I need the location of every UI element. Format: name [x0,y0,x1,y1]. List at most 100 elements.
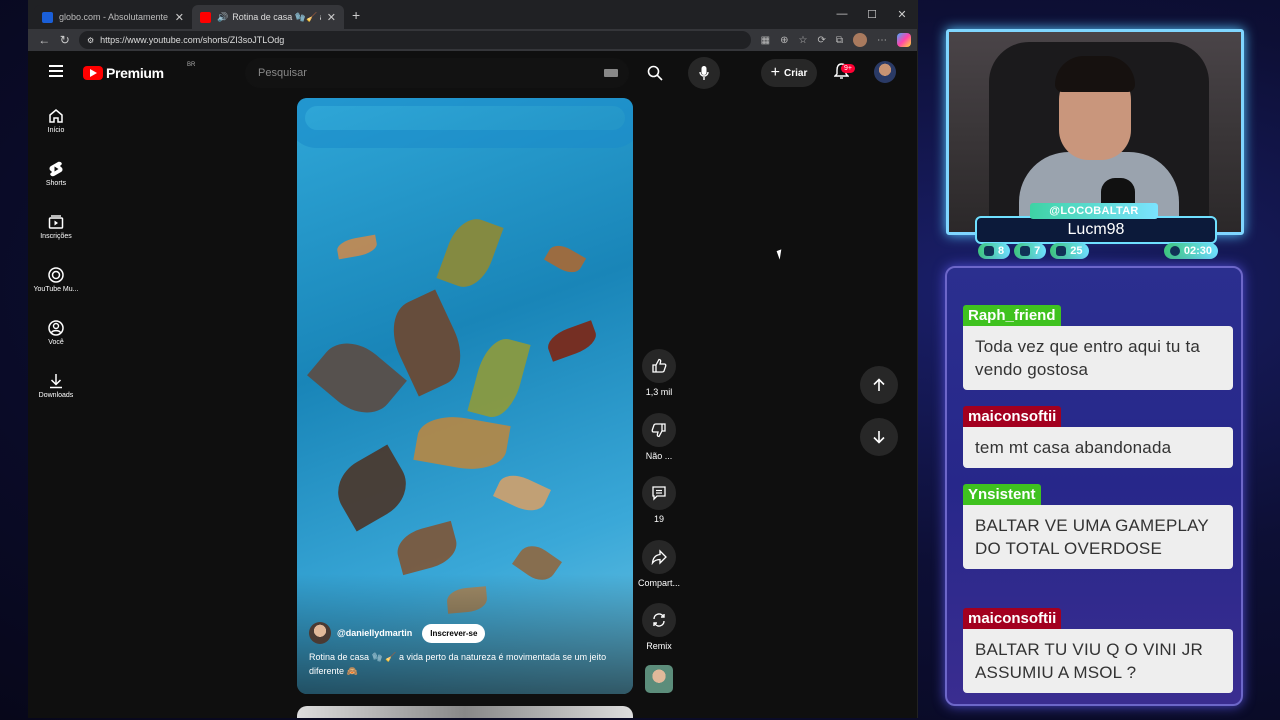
stat-value: 8 [998,245,1005,257]
more-icon[interactable]: ⋯ [877,35,887,46]
next-short-preview[interactable] [297,706,633,718]
voice-search-button[interactable] [688,57,720,89]
zoom-icon[interactable]: ⊕ [780,35,788,46]
chat-message: maiconsoftii BALTAR TU VIU Q O VINI JR A… [963,608,1233,693]
window-controls: — ☐ ✕ [827,8,917,21]
chat-text: tem mt casa abandonada [963,427,1233,468]
youtube-header: Premium BR Pesquisar + Criar 9+ [28,51,917,95]
plus-icon: + [770,64,780,81]
logo-text: Premium [106,65,164,81]
minimize-button[interactable]: — [827,8,857,21]
tab-title: globo.com - Absolutamente tudo [59,12,169,22]
chat-text: BALTAR VE UMA GAMEPLAY DO TOTAL OVERDOSE [963,505,1233,569]
chat-message: Raph_friend Toda vez que entro aqui tu t… [963,305,1233,390]
sidebar-item-home[interactable]: Início [28,108,84,134]
chat-text: Toda vez que entro aqui tu ta vendo gost… [963,326,1233,390]
sidebar-item-youtube-music[interactable]: YouTube Mu... [28,267,84,293]
sidebar-item-label: Início [47,127,65,134]
chat-message: Ynsistent BALTAR VE UMA GAMEPLAY DO TOTA… [963,484,1233,569]
share-label: Compart... [638,578,681,588]
download-icon [50,374,62,389]
collections-icon[interactable]: ⧉ [836,35,843,46]
youtube-music-icon [48,267,64,283]
streamer-name-bar: Lucm98 [975,216,1217,244]
video-leaf [335,234,379,260]
channel-info: @daniellydmartin Inscrever-se [309,622,486,644]
tab-bar: globo.com - Absolutamente tudo ✕ 🔊 Rotin… [28,0,917,29]
kick-icon [1056,246,1067,256]
favorite-star-icon[interactable]: ☆ [798,35,807,46]
account-avatar[interactable] [874,61,896,83]
sidebar-item-shorts[interactable]: Shorts [28,161,84,187]
youtube-logo-icon [83,66,103,80]
profile-avatar[interactable] [852,33,867,47]
remix-icon [653,613,665,627]
search-button[interactable] [637,58,673,88]
channel-name[interactable]: @daniellydmartin [337,628,412,638]
sidebar-item-you[interactable]: Você [28,320,84,346]
browser-actions: ▦ ⊕ ☆ ⟳ ⧉ ⋯ [761,33,911,47]
stat-timer: 02:30 [1163,243,1218,259]
share-icon [651,549,667,565]
sidebar-item-label: Você [48,339,64,346]
youtube-icon [1020,246,1031,256]
site-info-icon[interactable]: ⚙ [87,36,94,45]
like-count: 1,3 mil [645,387,673,397]
next-short-button[interactable] [860,418,898,456]
copilot-icon[interactable] [896,33,911,47]
short-description[interactable]: Rotina de casa 🧤 🧹 a vida perto da natur… [309,650,621,678]
dislike-button[interactable]: Não ... [638,413,680,461]
menu-icon[interactable] [49,65,63,77]
chat-username: maiconsoftii [963,406,1062,427]
sidebar-item-subscriptions[interactable]: Inscrições [28,214,84,240]
stat-value: 25 [1070,245,1083,257]
subscribe-button[interactable]: Inscrever-se [422,623,486,643]
comments-icon [652,486,666,501]
like-icon [652,358,667,373]
sidebar-item-label: Shorts [45,180,67,187]
extensions-icon[interactable]: ⟳ [817,35,825,46]
video-bucket-rim [297,98,633,148]
create-button[interactable]: + Criar [761,59,817,87]
remix-label: Remix [646,641,672,651]
channel-avatar[interactable] [309,622,331,644]
arrow-up-icon [873,378,885,391]
close-tab-icon[interactable]: ✕ [175,11,184,24]
search-input[interactable]: Pesquisar [245,58,629,88]
stat-value: 02:30 [1183,245,1212,257]
sidebar-item-label: Downloads [38,392,74,399]
tab-globo[interactable]: globo.com - Absolutamente tudo ✕ [34,5,192,29]
sidebar-item-label: YouTube Mu... [33,286,79,293]
subscriptions-icon [48,215,64,229]
stat-value: 7 [1034,245,1041,257]
maximize-button[interactable]: ☐ [857,8,887,21]
dislike-icon [651,423,666,438]
reload-icon[interactable]: ↻ [55,33,76,47]
close-window-button[interactable]: ✕ [887,8,917,21]
sound-thumbnail[interactable] [645,665,673,693]
short-video-player[interactable]: @daniellydmartin Inscrever-se Rotina de … [297,98,633,694]
streamer-handle: @LOCOBALTAR [1030,203,1158,219]
youtube-premium-logo[interactable]: Premium BR [83,62,195,81]
new-tab-icon[interactable]: + [352,7,360,23]
sidebar-item-downloads[interactable]: Downloads [28,373,84,399]
url-text: https://www.youtube.com/shorts/ZI3soJTLO… [100,35,285,45]
comments-button[interactable]: 19 [638,476,680,524]
back-icon[interactable]: ← [34,33,55,47]
keyboard-icon[interactable] [604,69,618,77]
close-tab-icon[interactable]: ✕ [327,11,336,24]
video-leaf [544,320,600,362]
remix-button[interactable]: Remix [638,603,680,651]
like-button[interactable]: 1,3 mil [638,349,680,397]
stat-youtube: 7 [1014,243,1047,259]
tab-youtube[interactable]: 🔊 Rotina de casa 🧤🧹 a vida ✕ [192,5,344,29]
you-icon [48,320,64,336]
video-leaf [467,333,531,423]
app-icon[interactable]: ▦ [761,35,770,46]
url-bar[interactable]: ⚙ https://www.youtube.com/shorts/ZI3soJT… [79,31,751,49]
microphone-icon [699,65,709,80]
previous-short-button[interactable] [860,366,898,404]
speaker-icon[interactable]: 🔊 [217,12,228,23]
dislike-label: Não ... [645,451,673,461]
share-button[interactable]: Compart... [638,540,680,588]
